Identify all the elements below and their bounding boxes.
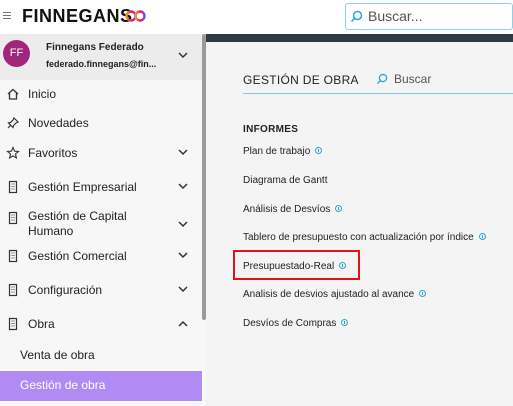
info-icon[interactable] <box>419 290 427 297</box>
building-icon <box>8 180 18 194</box>
sidebar-item-label: Venta de obra <box>20 348 95 362</box>
sidebar-item-label: Gestión Empresarial <box>28 180 137 194</box>
info-icon[interactable] <box>315 147 323 154</box>
report-label: Analisis de desvios ajustado al avance <box>243 289 415 300</box>
chevron-down-icon[interactable] <box>178 52 188 59</box>
sidebar-item-obra[interactable]: Obra <box>0 310 202 340</box>
top-bar: FINNEGANS Buscar... <box>0 0 513 34</box>
report-link[interactable]: Analisis de desvios ajustado al avance <box>243 289 427 300</box>
chevron-down-icon[interactable] <box>178 252 188 259</box>
menu-icon[interactable] <box>3 12 11 20</box>
chevron-down-icon[interactable] <box>178 286 188 293</box>
sidebar-item-label: Obra <box>28 317 55 331</box>
sidebar-item-label: Inicio <box>28 87 57 101</box>
chevron-up-icon[interactable] <box>178 320 188 327</box>
user-email: federado.finnegans@fin... <box>46 59 157 69</box>
sidebar-item-configuracion[interactable]: Configuración <box>0 276 202 306</box>
sidebar-item-label: Gestión de Capital Humano <box>28 209 127 238</box>
star-icon <box>6 146 20 160</box>
sidebar-item-novedades[interactable]: Novedades <box>0 109 202 139</box>
page-title: GESTIÓN DE OBRA <box>243 73 359 87</box>
sidebar-subitem-gestion-de-obra[interactable]: Gestión de obra <box>0 371 202 401</box>
sidebar-item-favoritos[interactable]: Favoritos <box>0 139 202 169</box>
sidebar-item-label: Favoritos <box>28 146 78 160</box>
report-link[interactable]: Plan de trabajo <box>243 146 323 157</box>
building-icon <box>8 317 18 331</box>
chevron-down-icon[interactable] <box>178 221 188 228</box>
info-icon[interactable] <box>478 233 486 240</box>
building-icon <box>8 249 18 263</box>
sidebar-item-inicio[interactable]: Inicio <box>0 80 202 110</box>
report-link[interactable]: Análisis de Desvíos <box>243 204 343 215</box>
user-name: Finnegans Federado <box>46 42 144 53</box>
sidebar-item-gestion-comercial[interactable]: Gestión Comercial <box>0 242 202 272</box>
app-window: FINNEGANS Buscar... FF Finnegans Federad… <box>0 0 513 406</box>
search-underline <box>243 93 513 94</box>
report-label: Desvíos de Compras <box>243 318 337 329</box>
search-placeholder: Buscar... <box>368 8 423 24</box>
highlight-box <box>233 250 360 280</box>
user-profile[interactable]: FF Finnegans Federado federado.finnegans… <box>0 34 202 80</box>
global-search-input[interactable]: Buscar... <box>345 3 513 30</box>
info-icon[interactable] <box>335 205 343 212</box>
pin-icon <box>7 116 20 129</box>
building-icon <box>8 211 18 225</box>
module-search-input[interactable]: Buscar <box>394 72 431 86</box>
sidebar: FF Finnegans Federado federado.finnegans… <box>0 34 206 406</box>
report-label: Tablero de presupuesto con actualización… <box>243 232 474 243</box>
brand-logo[interactable]: FINNEGANS <box>22 6 133 27</box>
sidebar-item-label: Novedades <box>28 116 89 130</box>
sidebar-item-label: Gestión Comercial <box>28 249 127 263</box>
search-icon[interactable] <box>376 73 388 85</box>
building-icon <box>8 283 18 297</box>
sidebar-item-label: Gestión de obra <box>20 378 106 392</box>
avatar: FF <box>3 40 30 67</box>
report-link[interactable]: Tablero de presupuesto con actualización… <box>243 232 486 243</box>
main-content: GESTIÓN DE OBRA Buscar INFORMES Plan de … <box>206 42 513 406</box>
sidebar-subitem-venta-de-obra[interactable]: Venta de obra <box>0 341 202 371</box>
report-link[interactable]: Desvíos de Compras <box>243 318 349 329</box>
report-label: Plan de trabajo <box>243 146 311 157</box>
search-icon <box>350 10 363 23</box>
sidebar-item-label: Configuración <box>28 283 103 297</box>
home-icon <box>7 88 19 100</box>
section-heading: INFORMES <box>243 124 299 135</box>
report-label: Diagrama de Gantt <box>243 175 328 186</box>
sidebar-item-gestion-empresarial[interactable]: Gestión Empresarial <box>0 173 202 203</box>
infinity-logo-icon <box>125 10 146 22</box>
chevron-down-icon[interactable] <box>178 183 188 190</box>
info-icon[interactable] <box>341 319 349 326</box>
chevron-down-icon[interactable] <box>178 149 188 156</box>
sidebar-item-gestion-capital-humano[interactable]: Gestión de Capital Humano <box>0 204 202 246</box>
content-top-bar <box>206 34 513 42</box>
report-link[interactable]: Diagrama de Gantt <box>243 175 328 186</box>
report-label: Análisis de Desvíos <box>243 204 331 215</box>
